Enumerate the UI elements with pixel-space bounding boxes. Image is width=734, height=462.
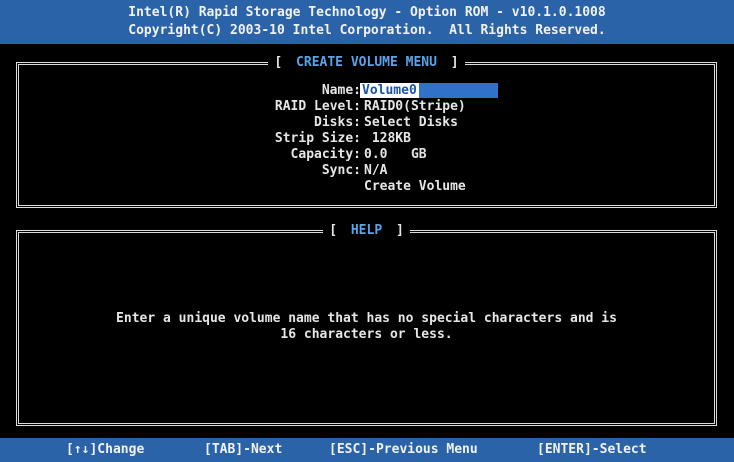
name-input[interactable]: Volume0: [360, 83, 498, 98]
create-volume-title-text: CREATE VOLUME MENU: [293, 55, 440, 70]
strip-size-label: Strip Size:: [274, 131, 361, 146]
raid-level-value[interactable]: RAID0(Stripe): [364, 99, 466, 115]
create-volume-row[interactable]: Create Volume: [19, 179, 714, 195]
help-text: Enter a unique volume name that has no s…: [19, 311, 714, 343]
strip-size-value[interactable]: 128KB: [364, 131, 411, 147]
disks-value[interactable]: Select Disks: [364, 115, 458, 131]
footer-change-hint: [↑↓]Change: [66, 442, 145, 457]
disks-label: Disks:: [314, 115, 361, 130]
create-volume-panel: [ CREATE VOLUME MENU ] Name: Volume0 RAI…: [16, 55, 717, 208]
create-volume-form: Name: Volume0 RAID Level: RAID0(Stripe) …: [19, 83, 714, 195]
capacity-label: Capacity:: [290, 147, 361, 162]
name-label: Name:: [321, 83, 361, 98]
create-volume-title: [ CREATE VOLUME MENU ]: [19, 55, 714, 71]
disks-row[interactable]: Disks: Select Disks: [19, 115, 714, 131]
strip-size-row[interactable]: Strip Size: 128KB: [19, 131, 714, 147]
help-panel: [ HELP ] Enter a unique volume name that…: [16, 223, 717, 426]
help-line-2: 16 characters or less.: [280, 327, 453, 342]
raid-level-row[interactable]: RAID Level: RAID0(Stripe): [19, 99, 714, 115]
help-title: [ HELP ]: [19, 223, 714, 239]
help-line-1: Enter a unique volume name that has no s…: [116, 311, 617, 326]
footer-bar: [↑↓]Change [TAB]-Next [ESC]-Previous Men…: [0, 438, 734, 462]
name-row[interactable]: Name: Volume0: [19, 83, 714, 99]
sync-value[interactable]: N/A: [364, 163, 387, 179]
footer-next-hint: [TAB]-Next: [204, 442, 283, 457]
raid-level-label: RAID Level:: [274, 99, 361, 114]
footer-previous-hint: [ESC]-Previous Menu: [329, 442, 478, 457]
sync-label: Sync:: [321, 163, 361, 178]
name-input-value[interactable]: Volume0: [360, 83, 419, 98]
capacity-value[interactable]: 0.0 GB: [364, 147, 427, 163]
capacity-row[interactable]: Capacity: 0.0 GB: [19, 147, 714, 163]
sync-row[interactable]: Sync: N/A: [19, 163, 714, 179]
create-volume-button[interactable]: Create Volume: [364, 179, 466, 195]
header-title: Intel(R) Rapid Storage Technology - Opti…: [128, 5, 606, 20]
help-title-text: HELP: [347, 223, 386, 238]
header-bar: Intel(R) Rapid Storage Technology - Opti…: [0, 0, 734, 44]
footer-select-hint: [ENTER]-Select: [537, 442, 647, 457]
header-copyright: Copyright(C) 2003-10 Intel Corporation. …: [128, 23, 606, 38]
